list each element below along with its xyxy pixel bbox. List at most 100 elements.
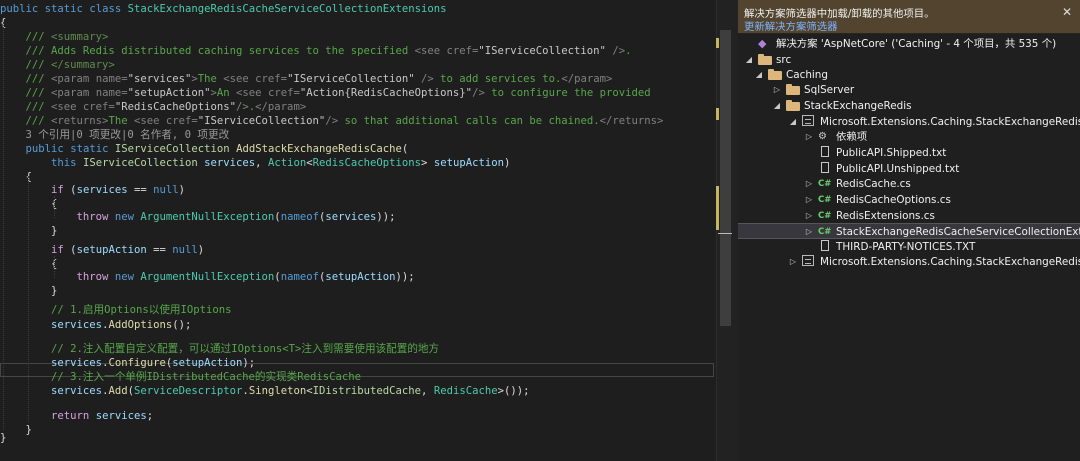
code-token: ( (63, 244, 77, 256)
code-token: class (89, 3, 122, 15)
collapse-arrow-icon[interactable]: ◢ (772, 99, 782, 113)
code-line: return services; (0, 409, 153, 423)
code-token: The (197, 73, 224, 85)
code-token: setupAction (76, 244, 147, 256)
tree-item[interactable]: ▷ C# StackExchangeRedisCacheServiceCollect… (738, 223, 1080, 239)
tree-item[interactable]: ▷ C# RedisCache.cs (738, 176, 1080, 192)
code-token: // 2.注入配置自定义配置，可以通过IOptions<T>注入到需要使用该配置… (0, 343, 440, 355)
code-token: <summary> (51, 31, 109, 43)
tree-item[interactable]: ◢ StackExchangeRedis (738, 98, 1080, 114)
collapse-arrow-icon[interactable]: ◢ (754, 68, 764, 82)
expand-arrow-icon[interactable]: ▷ (804, 193, 814, 207)
csharp-file-icon: C# (818, 179, 832, 189)
code-token: public (0, 3, 39, 15)
code-token: /// (0, 73, 52, 85)
close-icon[interactable]: ✕ (1062, 5, 1072, 19)
filter-info-bar: 解决方案筛选器中加载/卸载的其他项目。 更新解决方案筛选器 ✕ (738, 0, 1080, 33)
code-token: <see (51, 101, 77, 113)
code-token: throw (76, 271, 109, 283)
code-token: } (0, 432, 7, 444)
code-token: cref= (248, 73, 288, 85)
expand-arrow-icon[interactable]: ▷ (804, 177, 814, 191)
code-token: ); (242, 357, 256, 369)
code-line: /// </summary> (0, 58, 115, 72)
code-token: services (51, 357, 103, 369)
code-token: , (255, 157, 268, 169)
tree-item-label: StackExchangeRedisCacheServiceCollection… (836, 226, 1080, 238)
expand-arrow-icon[interactable]: ▷ (788, 255, 798, 269)
code-token: IDistributedCache (312, 385, 422, 397)
expand-arrow-icon[interactable]: ▷ (804, 225, 814, 239)
code-token: services (95, 410, 147, 422)
text-file-icon (821, 240, 829, 251)
code-token: <see (223, 73, 249, 85)
code-token: /> (472, 87, 485, 99)
tree-item[interactable]: ◢ src (738, 52, 1080, 68)
code-token: to add services to. (433, 73, 562, 85)
code-token: static (70, 143, 109, 155)
expand-arrow-icon[interactable]: ▷ (772, 83, 782, 97)
code-token: <see (414, 45, 441, 57)
tree-item-label: THIRD-PARTY-NOTICES.TXT (836, 241, 976, 253)
solution-tree: ◆ 解决方案 'AspNetCore' ('Caching' - 4 个项目，共 … (738, 34, 1080, 461)
expand-arrow-icon[interactable]: ▷ (804, 209, 814, 223)
tree-item[interactable]: PublicAPI.Unshipped.txt (738, 161, 1080, 177)
code-line: this IServiceCollection services, Action… (0, 156, 510, 170)
tree-item[interactable]: ◢ Microsoft.Extensions.Caching.StackExcha… (738, 114, 1080, 130)
code-token: so that additional calls can be chained. (338, 115, 600, 127)
code-line: /// <summary> (0, 30, 109, 44)
code-line: // 3.注入一个单例IDistributedCache的实现类RedisCac… (0, 370, 361, 384)
code-token: <see (236, 87, 262, 99)
code-token: /// (0, 115, 52, 127)
update-filter-link[interactable]: 更新解决方案筛选器 (744, 18, 838, 33)
tree-item-label: RedisCache.cs (836, 178, 911, 190)
tree-item[interactable]: ◆ 解决方案 'AspNetCore' ('Caching' - 4 个项目，共 … (738, 36, 1080, 52)
code-token: </summary> (51, 59, 115, 71)
code-token: "IServiceCollection" (287, 73, 415, 85)
indent-guide (54, 256, 55, 278)
code-token: null (153, 184, 179, 196)
code-line: /// Adds Redis distributed caching servi… (0, 44, 632, 58)
code-token: The (108, 115, 134, 127)
code-token: // 1.启用Options以使用IOptions (0, 304, 232, 316)
indent-guide (54, 196, 55, 218)
text-file-icon (821, 146, 829, 157)
code-line: 3 个引用|0 项更改|0 名作者, 0 项更改 (0, 128, 230, 142)
code-token: setupAction (172, 357, 243, 369)
tree-item-label: PublicAPI.Shipped.txt (836, 147, 947, 159)
tree-item[interactable]: ▷ C# RedisExtensions.cs (738, 208, 1080, 224)
code-line: throw new ArgumentNullException(nameof(s… (0, 210, 396, 224)
tree-item[interactable]: ▷ ⚙ 依赖项 (738, 129, 1080, 145)
scrollbar-change-mark (716, 38, 719, 48)
tree-item[interactable]: THIRD-PARTY-NOTICES.TXT (738, 239, 1080, 255)
code-token: RedisCache (433, 385, 498, 397)
tree-item[interactable]: ▷ SqlServer (738, 82, 1080, 98)
code-token: services (204, 157, 256, 169)
folder-icon (758, 54, 772, 65)
collapse-arrow-icon[interactable]: ◢ (744, 53, 754, 67)
code-token: <param (51, 87, 90, 99)
collapse-arrow-icon[interactable]: ◢ (788, 115, 798, 129)
code-line: // 2.注入配置自定义配置，可以通过IOptions<T>注入到需要使用该配置… (0, 342, 439, 356)
code-token: /> (236, 101, 249, 113)
code-token: public (25, 143, 64, 155)
code-line: public static class StackExchangeRedisCa… (0, 2, 447, 16)
code-token: new (114, 271, 134, 283)
tree-item[interactable]: PublicAPI.Shipped.txt (738, 145, 1080, 161)
code-token: Add (108, 385, 128, 397)
tree-item[interactable]: ◢ Caching (738, 67, 1080, 83)
code-editor[interactable]: public static class StackExchangeRedisCa… (0, 0, 716, 461)
csharp-file-icon: C# (818, 227, 832, 237)
editor-scrollbar-thumb[interactable] (720, 30, 731, 326)
code-token: . (625, 45, 632, 57)
expand-arrow-icon[interactable]: ▷ (804, 130, 814, 144)
dependencies-icon: ⚙ (818, 131, 827, 142)
tree-item[interactable]: ▷ Microsoft.Extensions.Caching.StackExcha… (738, 254, 1080, 270)
tree-item[interactable]: ▷ C# RedisCacheOptions.cs (738, 192, 1080, 208)
code-line: /// <param name="services">The <see cref… (0, 72, 613, 86)
code-token: AddStackExchangeRedisCache (236, 143, 402, 155)
code-token: /// (0, 31, 52, 43)
code-token: == (127, 184, 154, 196)
code-token: <see (133, 115, 160, 127)
